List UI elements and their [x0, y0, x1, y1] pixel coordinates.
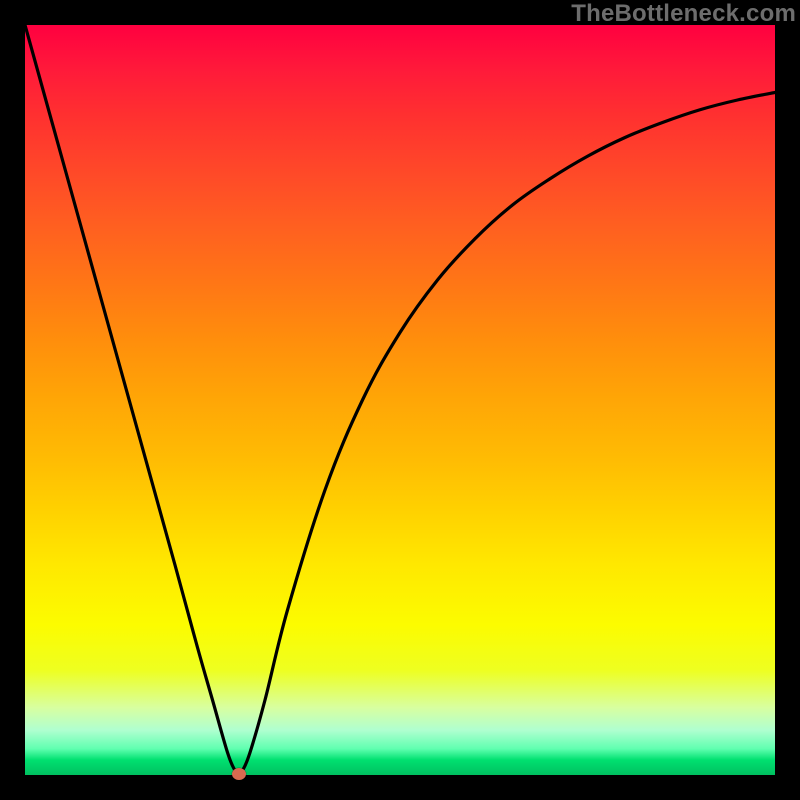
chart-frame: TheBottleneck.com	[0, 0, 800, 800]
bottleneck-curve	[25, 25, 775, 774]
plot-area	[25, 25, 775, 775]
minimum-marker	[232, 768, 246, 780]
attribution-text: TheBottleneck.com	[571, 0, 796, 28]
curve-svg	[25, 25, 775, 775]
